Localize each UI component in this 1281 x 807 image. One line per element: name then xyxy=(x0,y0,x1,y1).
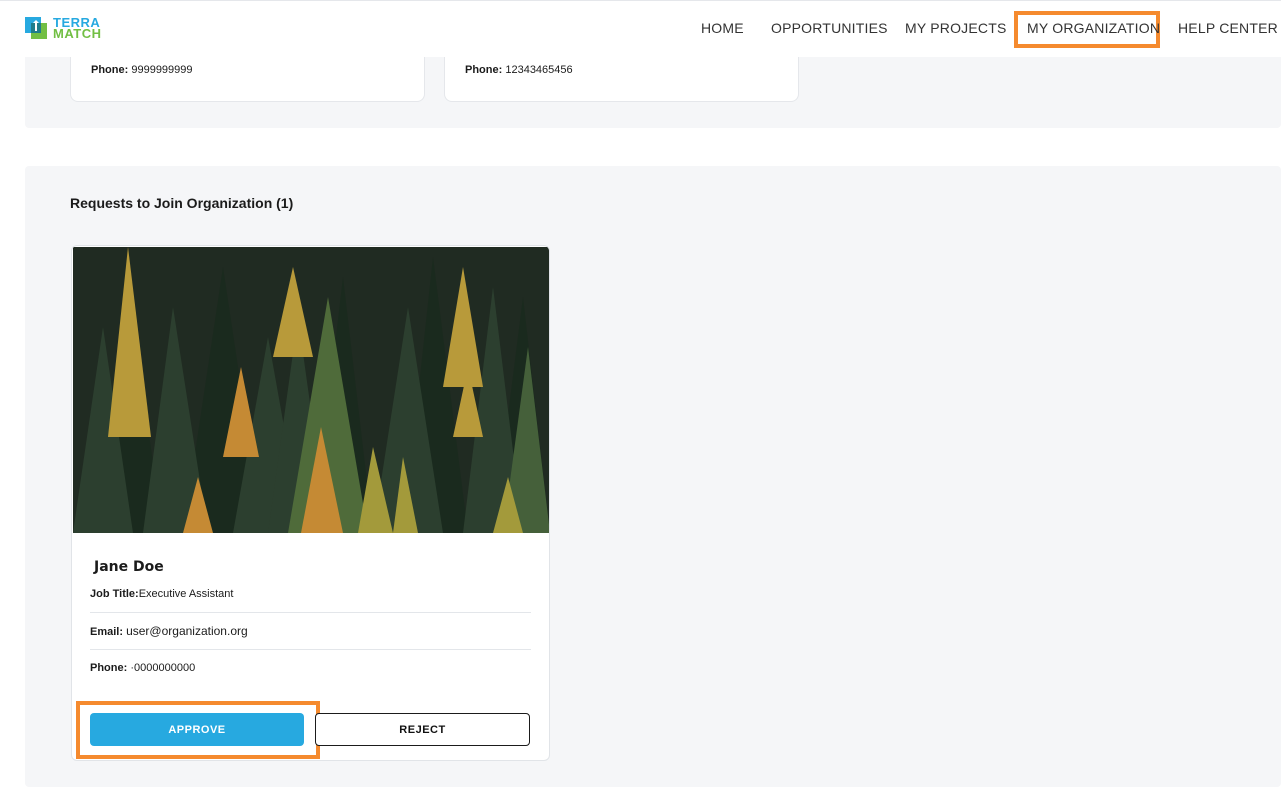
member-email: Email: user@organization.org xyxy=(90,624,248,638)
nav-my-projects[interactable]: MY PROJECTS xyxy=(905,20,1007,36)
logo-line-2: MATCH xyxy=(53,26,102,41)
nav-my-organization[interactable]: MY ORGANIZATION xyxy=(1027,20,1160,36)
team-member-phone: Phone: 12343465456 xyxy=(465,64,573,76)
nav-help-center[interactable]: HELP CENTER xyxy=(1178,20,1278,36)
member-job-title: Job Title:Executive Assistant xyxy=(90,588,233,600)
nav-home[interactable]: HOME xyxy=(701,20,744,36)
phone-value: 12343465456 xyxy=(505,64,573,76)
phone-value: ·0000000000 xyxy=(130,662,196,674)
member-name: Jane Doe xyxy=(94,559,164,575)
team-member-phone: Phone: 9999999999 xyxy=(91,64,193,76)
logo-wordmark: TERRA MATCH xyxy=(53,16,102,41)
divider xyxy=(90,649,531,650)
join-requests-title: Requests to Join Organization (1) xyxy=(70,195,294,211)
job-title-value: Executive Assistant xyxy=(138,588,234,600)
forest-illustration xyxy=(73,247,549,533)
member-phone: Phone: ·0000000000 xyxy=(90,662,195,674)
email-label: Email: xyxy=(90,626,124,638)
phone-label: Phone: xyxy=(465,64,503,76)
forest-cover-image xyxy=(73,247,549,533)
reject-button[interactable]: REJECT xyxy=(315,713,530,746)
job-title-label: Job Title: xyxy=(90,588,139,600)
divider xyxy=(90,612,531,613)
join-request-card xyxy=(71,245,550,761)
nav-opportunities[interactable]: OPPORTUNITIES xyxy=(771,20,888,36)
approve-button[interactable]: APPROVE xyxy=(90,713,304,746)
page: Phone: 9999999999 Phone: 12343465456 TER… xyxy=(0,0,1281,807)
phone-label: Phone: xyxy=(91,64,129,76)
terramatch-logo[interactable]: TERRA MATCH xyxy=(25,16,125,43)
phone-label: Phone: xyxy=(90,662,128,674)
email-value: user@organization.org xyxy=(126,624,248,638)
top-navbar: TERRA MATCH HOME OPPORTUNITIES MY PROJEC… xyxy=(0,0,1281,57)
phone-value: 9999999999 xyxy=(131,64,193,76)
logo-icon xyxy=(25,17,47,39)
